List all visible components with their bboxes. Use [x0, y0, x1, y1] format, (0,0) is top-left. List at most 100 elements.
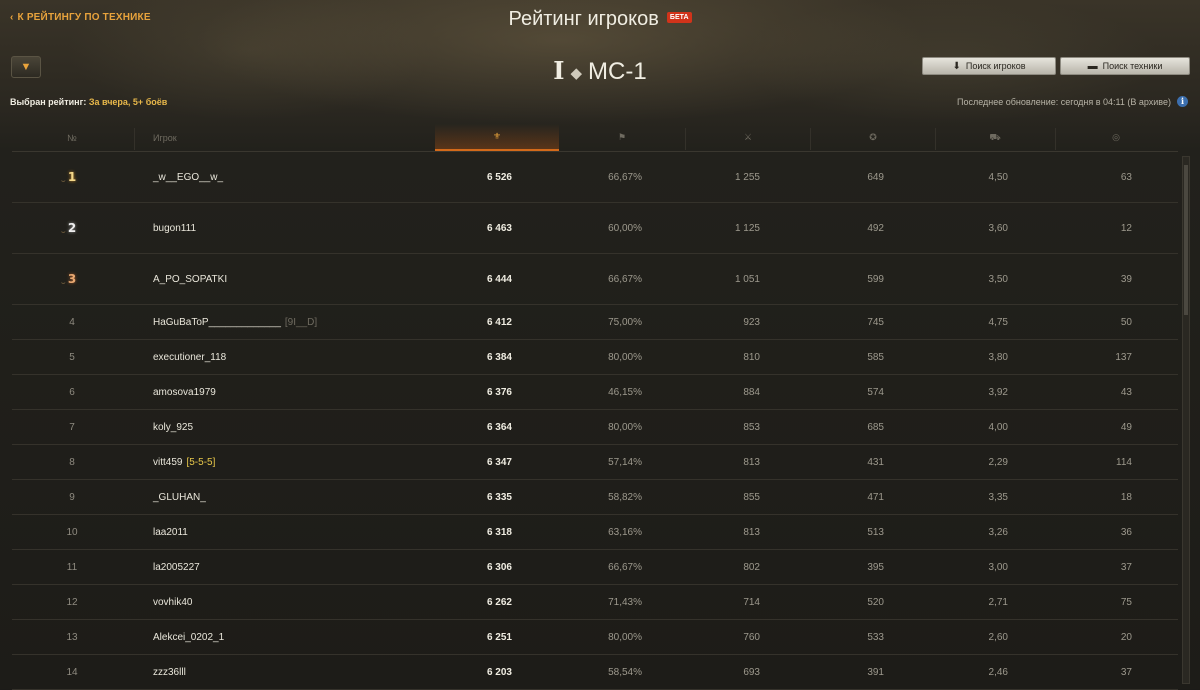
battles-value: 813	[743, 526, 760, 538]
crossed-swords-icon: ⚔	[743, 132, 753, 142]
silver-medal-icon: 2 ⌣	[61, 221, 77, 236]
beta-badge: БЕТА	[666, 12, 692, 23]
column-spotted-sort[interactable]: ◎	[1056, 124, 1176, 151]
player-name[interactable]: _GLUHAN_	[153, 480, 206, 514]
xp-value: 599	[867, 273, 884, 285]
player-name[interactable]: la2005227	[153, 550, 200, 584]
damage-value: 3,80	[988, 351, 1008, 363]
spotted-value: 12	[1120, 222, 1132, 234]
battles-value: 714	[743, 596, 760, 608]
spotted-value: 137	[1115, 351, 1132, 363]
rank-value: 7	[69, 421, 75, 433]
rating-value: 6 318	[486, 526, 512, 538]
battles-value: 802	[743, 561, 760, 573]
player-name[interactable]: A_PO_SOPATKI	[153, 254, 227, 304]
spotted-value: 63	[1120, 171, 1132, 183]
clan-tag[interactable]: [5-5-5]	[186, 457, 215, 468]
rank-value: 10	[66, 526, 78, 538]
table-row[interactable]: 2 ⌣ bugon111 6 463 60,00% 1 125 492 3,60 …	[12, 203, 1178, 254]
table-row[interactable]: 12 vovhik40 6 262 71,43% 714 520 2,71 75	[12, 585, 1178, 620]
table-row[interactable]: 14 zzz36lll 6 203 58,54% 693 391 2,46 37	[12, 655, 1178, 690]
rating-value: 6 463	[486, 222, 512, 234]
xp-value: 513	[867, 526, 884, 538]
table-row[interactable]: 7 koly_925 6 364 80,00% 853 685 4,00 49	[12, 410, 1178, 445]
table-row[interactable]: 8 vitt459 [5-5-5] 6 347 57,14% 813 431 2,…	[12, 445, 1178, 480]
damage-value: 2,29	[988, 456, 1008, 468]
player-name[interactable]: vovhik40	[153, 585, 192, 619]
table-row[interactable]: 11 la2005227 6 306 66,67% 802 395 3,00 3…	[12, 550, 1178, 585]
selected-rating: Выбран рейтинг: За вчера, 5+ боёв	[10, 97, 167, 107]
column-divider	[134, 128, 135, 150]
battles-value: 813	[743, 456, 760, 468]
column-player: Игрок	[153, 132, 177, 143]
xp-value: 649	[867, 171, 884, 183]
xp-value: 391	[867, 666, 884, 678]
table-row[interactable]: 4 HaGuBaToP_____________ [9I__D] 6 412 75…	[12, 305, 1178, 340]
damage-value: 3,00	[988, 561, 1008, 573]
player-name[interactable]: laa2011	[153, 515, 188, 549]
battles-value: 923	[743, 316, 760, 328]
player-name[interactable]: zzz36lll	[153, 655, 186, 689]
xp-value: 395	[867, 561, 884, 573]
table-row[interactable]: 10 laa2011 6 318 63,16% 813 513 3,26 36	[12, 515, 1178, 550]
table-row[interactable]: 13 Alekcei_0202_1 6 251 80,00% 760 533 2…	[12, 620, 1178, 655]
player-icon: ⬇	[952, 60, 961, 72]
spotted-value: 50	[1120, 316, 1132, 328]
table-row[interactable]: 3 ⌣ A_PO_SOPATKI 6 444 66,67% 1 051 599 3…	[12, 254, 1178, 305]
table-scrollbar[interactable]	[1182, 156, 1190, 684]
search-vehicles-button[interactable]: ▬ Поиск техники	[1060, 57, 1190, 75]
spotted-value: 37	[1120, 561, 1132, 573]
spotted-value: 49	[1120, 421, 1132, 433]
clan-tag[interactable]: [9I__D]	[285, 317, 317, 328]
rating-laurel-icon: ⚜	[492, 131, 502, 141]
vehicle-name: МС-1	[588, 58, 647, 85]
xp-value: 585	[867, 351, 884, 363]
damage-value: 2,60	[988, 631, 1008, 643]
xp-value: 492	[867, 222, 884, 234]
column-xp-sort[interactable]: ✪	[811, 124, 935, 151]
player-name[interactable]: bugon111	[153, 203, 196, 253]
scrollbar-thumb[interactable]	[1184, 165, 1188, 315]
player-name[interactable]: koly_925	[153, 410, 193, 444]
spotted-value: 39	[1120, 273, 1132, 285]
table-row[interactable]: 1 ⌣ _w__EGO__w_ 6 526 66,67% 1 255 649 4,…	[12, 152, 1178, 203]
rating-value: 6 526	[486, 171, 512, 183]
rank-value: 5	[69, 351, 75, 363]
rating-value: 6 412	[486, 316, 512, 328]
column-rating-sort[interactable]: ⚜	[435, 124, 559, 151]
search-players-button[interactable]: ⬇ Поиск игроков	[922, 57, 1056, 75]
rank-value: 9	[69, 491, 75, 503]
winrate-value: 80,00%	[608, 631, 642, 643]
rank-value: 12	[66, 596, 78, 608]
rank-value: 4	[69, 316, 75, 328]
rating-value: 6 347	[486, 456, 512, 468]
rank-value: 6	[69, 386, 75, 398]
xp-value: 745	[867, 316, 884, 328]
battles-value: 693	[743, 666, 760, 678]
player-name[interactable]: vitt459 [5-5-5]	[153, 445, 215, 479]
column-battles-sort[interactable]: ⚔	[686, 124, 810, 151]
damage-value: 3,50	[988, 273, 1008, 285]
last-update: Последнее обновление: сегодня в 04:11 (В…	[957, 96, 1188, 107]
table-row[interactable]: 6 amosova1979 6 376 46,15% 884 574 3,92 …	[12, 375, 1178, 410]
bronze-medal-icon: 3 ⌣	[61, 272, 77, 287]
rating-value: 6 335	[486, 491, 512, 503]
player-name[interactable]: HaGuBaToP_____________ [9I__D]	[153, 305, 317, 339]
player-name[interactable]: _w__EGO__w_	[153, 152, 223, 202]
player-name[interactable]: Alekcei_0202_1	[153, 620, 224, 654]
column-winrate-sort[interactable]: ⚑	[560, 124, 684, 151]
info-icon[interactable]: i	[1177, 96, 1188, 107]
player-name[interactable]: executioner_118	[153, 340, 226, 374]
selected-rating-value[interactable]: За вчера, 5+ боёв	[89, 97, 167, 107]
winrate-value: 80,00%	[608, 421, 642, 433]
table-row[interactable]: 9 _GLUHAN_ 6 335 58,82% 855 471 3,35 18	[12, 480, 1178, 515]
player-name[interactable]: amosova1979	[153, 375, 216, 409]
rank-value: 14	[66, 666, 78, 678]
column-damage-sort[interactable]: ⛟	[936, 124, 1054, 151]
table-row[interactable]: 5 executioner_118 6 384 80,00% 810 585 3…	[12, 340, 1178, 375]
winrate-value: 66,67%	[608, 273, 642, 285]
spotted-value: 18	[1120, 491, 1132, 503]
page-title: Рейтинг игроков БЕТА	[0, 8, 1200, 31]
battles-value: 1 051	[734, 273, 760, 285]
battles-value: 884	[743, 386, 760, 398]
